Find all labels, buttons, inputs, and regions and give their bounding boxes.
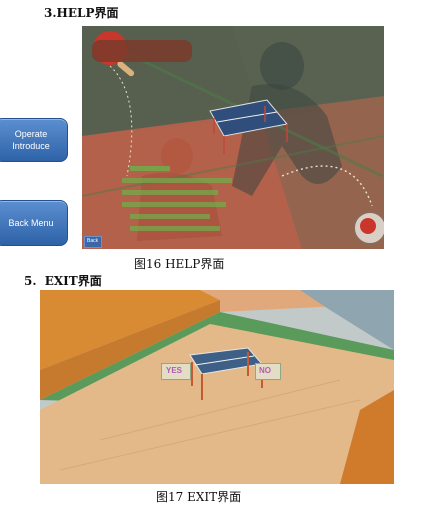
introduce-label: Introduce [12, 141, 50, 151]
help-banner [92, 40, 192, 62]
figure-16-caption: 图16 HELP界面 [134, 257, 225, 271]
help-back-button[interactable]: Back [84, 236, 102, 248]
operate-introduce-button[interactable]: Operate Introduce [0, 118, 68, 162]
help-back-label: Back [87, 238, 99, 244]
exit-scene [40, 290, 394, 484]
operate-label: Operate [14, 128, 48, 139]
help-screenshot: Back [82, 26, 384, 249]
exit-heading-number: 5. [24, 274, 37, 288]
help-text-line [130, 166, 170, 171]
no-label: NO [259, 366, 271, 375]
figure-17-caption: 图17 EXIT界面 [156, 490, 242, 504]
yes-label: YES [166, 366, 183, 375]
help-text-line [122, 202, 226, 207]
help-section-heading: 3.HELP界面 [44, 6, 119, 20]
back-menu-button[interactable]: Back Menu [0, 200, 68, 246]
help-text-line [122, 178, 232, 183]
help-text-line [130, 226, 220, 231]
exit-no-button[interactable]: NO [255, 363, 281, 380]
exit-heading-text: EXIT界面 [44, 274, 102, 288]
next-round-ball [360, 218, 376, 234]
help-text-line [130, 214, 210, 219]
help-text-line [122, 190, 218, 195]
exit-section-heading: 5. EXIT界面 [24, 272, 102, 289]
exit-screenshot: YES NO [40, 290, 394, 484]
player-silhouette-head [260, 42, 304, 90]
help-scene [82, 26, 384, 249]
exit-yes-button[interactable]: YES [161, 363, 191, 380]
back-menu-label: Back Menu [8, 217, 54, 228]
